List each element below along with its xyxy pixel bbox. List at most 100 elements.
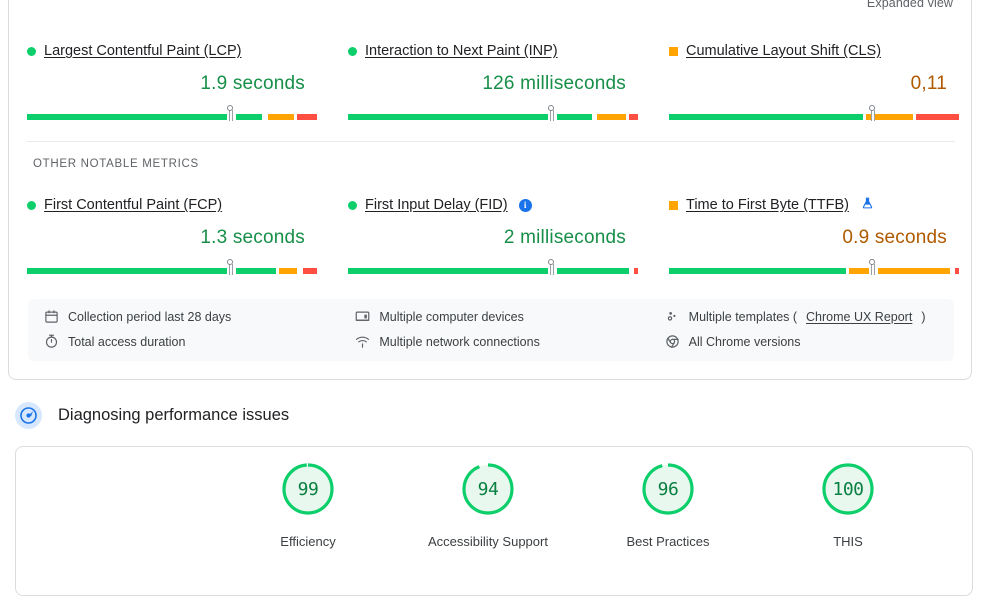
section-divider [27,141,955,142]
bar-segment [27,268,228,274]
bar-track [27,114,317,120]
bar-segment [267,114,294,120]
bar-segment [848,268,870,274]
bar-marker [547,259,556,275]
bar-track [669,114,959,120]
bar-track [348,268,638,274]
metric-good: First Input Delay (FID) i 2 milliseconds [330,195,651,275]
bar-segment [877,114,913,120]
gauge-ring: 99 [281,462,335,516]
bar-segment [556,114,592,120]
score-label: Accessibility Support [428,534,548,549]
bar-marker [226,105,235,121]
bar-segment [629,114,638,120]
metric-value: 126 milliseconds [482,73,626,94]
metric-name-link[interactable]: Time to First Byte (TTFB) [686,197,849,213]
wifi-icon [355,334,370,349]
bar-marker [226,259,235,275]
metric-name-link[interactable]: First Contentful Paint (FCP) [44,197,222,213]
bar-segment [279,268,297,274]
orange-square-icon [669,200,678,210]
score-value: 100 [832,478,864,500]
calendar-icon [44,309,59,324]
bar-track [348,114,638,120]
other-metrics-row: First Contentful Paint (FCP) 1.3 seconds… [9,195,971,275]
green-circle-icon [27,200,36,210]
metric-good: First Contentful Paint (FCP) 1.3 seconds [9,195,330,275]
meta-text: ) [921,309,926,324]
score-gauges: 99 Efficiency 94 Accessibility Support 9… [248,462,908,552]
score-gauge[interactable]: 96 Best Practices [608,462,728,552]
score-label: THIS [833,534,863,549]
metric-header: Interaction to Next Paint (INP) [348,41,643,61]
metric-name-link[interactable]: Largest Contentful Paint (LCP) [44,43,241,59]
score-value: 94 [477,478,499,500]
score-label: Best Practices [626,534,710,549]
flask-icon[interactable] [861,196,874,215]
gauge-ring: 100 [821,462,875,516]
bar-segment [877,268,951,274]
score-gauge[interactable]: 100 THIS [788,462,908,552]
metric-header: Time to First Byte (TTFB) [669,195,964,215]
bar-track [27,268,317,274]
metric-distribution-bar [27,259,317,275]
bar-segment [235,114,262,120]
meta-item: Multiple templates ( Chrome UX Report ) [665,309,954,324]
bar-marker [547,105,556,121]
metric-value: 0,11 [910,73,947,94]
stopwatch-icon [44,334,59,349]
bar-segment [915,114,959,120]
bar-segment [556,268,630,274]
meta-text: Total access duration [68,334,186,349]
diagnostics-title: Diagnosing performance issues [58,406,290,424]
bar-segment [954,268,959,274]
speedometer-icon [15,402,42,429]
desktop-icon [355,309,370,324]
other-metrics-label: OTHER NOTABLE METRICS [33,158,199,170]
metric-distribution-bar [669,105,959,121]
gauge-ring: 94 [461,462,515,516]
metric-good: Interaction to Next Paint (INP) 126 mill… [330,41,651,121]
score-value: 99 [297,478,319,500]
metric-value: 0.9 seconds [842,227,947,248]
info-icon[interactable]: i [518,198,532,212]
bar-segment [633,268,638,274]
score-gauge[interactable]: 94 Accessibility Support [428,462,548,552]
metric-distribution-bar [27,105,317,121]
meta-item: All Chrome versions [665,334,954,349]
core-web-vitals-row: Largest Contentful Paint (LCP) 1.9 secon… [9,41,971,121]
bar-segment [302,268,317,274]
bar-track [669,268,959,274]
metric-distribution-bar [669,259,959,275]
metric-warn: Time to First Byte (TTFB) 0.9 seconds [651,195,971,275]
meta-column-1: Collection period last 28 days Total acce… [28,299,333,361]
green-circle-icon [348,46,357,56]
meta-column-3: Multiple templates ( Chrome UX Report ) A… [645,299,954,361]
chrome-ux-report-link[interactable]: Chrome UX Report [806,310,912,324]
meta-item: Multiple network connections [355,334,644,349]
bar-segment [348,114,549,120]
green-circle-icon [348,200,357,210]
metric-header: Largest Contentful Paint (LCP) [27,41,322,61]
bar-segment [348,268,549,274]
meta-item: Collection period last 28 days [44,309,333,324]
expanded-view-toggle[interactable]: Expanded view [867,0,953,10]
lighthouse-scores-card: 99 Efficiency 94 Accessibility Support 9… [15,446,973,596]
gauge-ring: 96 [641,462,695,516]
metric-warn: Cumulative Layout Shift (CLS) 0,11 [651,41,971,121]
metric-name-link[interactable]: Interaction to Next Paint (INP) [365,43,558,59]
score-gauge[interactable]: 99 Efficiency [248,462,368,552]
metric-header: Cumulative Layout Shift (CLS) [669,41,964,61]
metric-name-link[interactable]: First Input Delay (FID) [365,197,508,213]
bar-segment [235,268,277,274]
metric-header: First Contentful Paint (FCP) [27,195,322,215]
meta-item: Total access duration [44,334,333,349]
metric-value: 1.3 seconds [200,227,305,248]
templates-icon [665,309,680,324]
bar-segment [597,114,627,120]
metric-name-link[interactable]: Cumulative Layout Shift (CLS) [686,43,881,59]
chrome-icon [665,334,680,349]
meta-text: Multiple network connections [379,334,540,349]
metric-value: 2 milliseconds [503,227,626,248]
orange-square-icon [669,46,678,56]
